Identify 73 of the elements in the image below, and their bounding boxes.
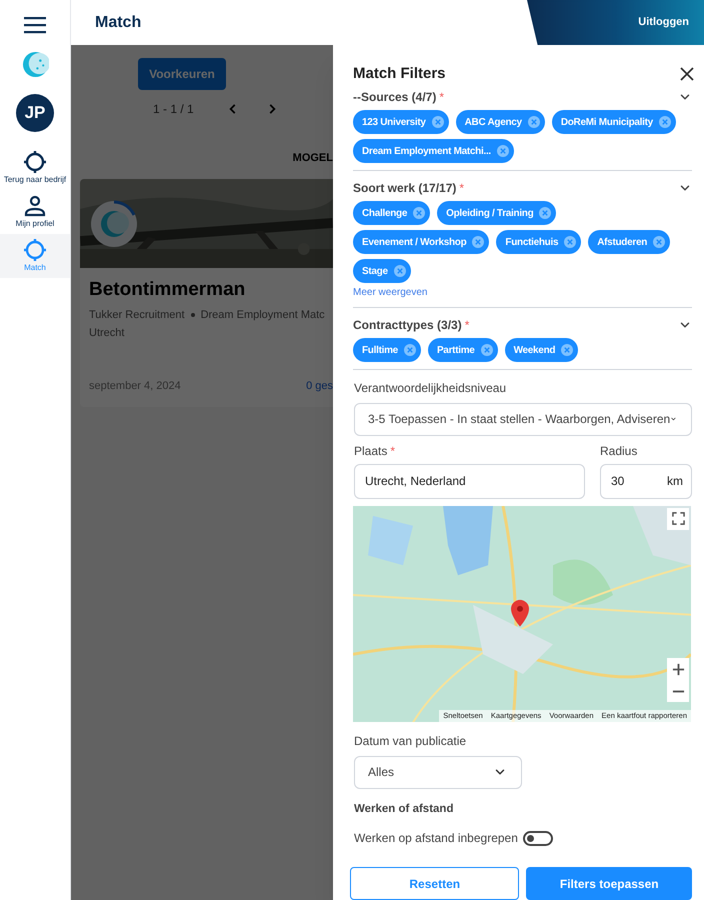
person-icon: [23, 194, 47, 218]
section-heading: Contracttypes (3/3): [353, 317, 462, 334]
field-label: Plaats: [354, 442, 388, 460]
nav-item[interactable]: Terug naar bedrijf: [0, 146, 70, 190]
select-field[interactable]: Alles: [354, 756, 522, 789]
required-mark: *: [439, 89, 444, 106]
column-heading: MOGEL: [292, 151, 333, 165]
bullet-icon: [190, 312, 195, 317]
filter-chip[interactable]: Functiehuis: [496, 230, 582, 254]
toggle-label: Werken op afstand inbegrepen: [354, 830, 518, 847]
remove-icon[interactable]: [653, 236, 666, 248]
moon-logo-icon: [22, 51, 48, 78]
menu-icon[interactable]: [24, 16, 46, 34]
section-heading: --Sources (4/7): [353, 89, 436, 106]
remove-icon[interactable]: [472, 236, 484, 248]
select-field[interactable]: 3-5 Toepassen - In staat stellen - Waarborgen, Adviseren: [354, 403, 692, 436]
user-avatar[interactable]: JP: [16, 94, 54, 132]
job-location: Utrecht: [89, 326, 126, 341]
filter-chip[interactable]: 123 University: [353, 110, 449, 134]
remove-icon[interactable]: [496, 145, 509, 157]
field-label: Verantwoordelijkheidsniveau: [354, 380, 508, 397]
seen-count: 0 ges: [306, 378, 333, 394]
required-mark: *: [459, 180, 464, 197]
fullscreen-button[interactable]: [667, 508, 689, 530]
remove-icon[interactable]: [528, 116, 540, 128]
remove-icon[interactable]: [413, 207, 426, 219]
source-name: Dream Employment Matc: [200, 308, 325, 322]
fullscreen-icon: [672, 512, 684, 526]
logout-button[interactable]: Uitloggen: [527, 0, 704, 45]
filter-chip[interactable]: Fulltime: [353, 338, 421, 362]
page-title: Match: [95, 12, 142, 32]
remove-icon[interactable]: [561, 344, 574, 356]
close-icon[interactable]: [679, 66, 695, 82]
section-heading: Werken of afstand: [354, 802, 454, 817]
remove-icon[interactable]: [539, 207, 552, 219]
remove-icon[interactable]: [564, 236, 576, 248]
remove-icon[interactable]: [432, 116, 444, 128]
filter-chip[interactable]: Stage: [353, 259, 411, 283]
field-label: Radius: [600, 442, 638, 460]
remote-toggle[interactable]: [522, 830, 553, 846]
field-label: Datum van publicatie: [354, 733, 468, 750]
filter-chip[interactable]: ABC Agency: [456, 110, 545, 134]
nav-item[interactable]: Match: [0, 234, 70, 278]
filter-chip[interactable]: Evenement / Workshop: [353, 230, 490, 254]
nav-item[interactable]: Mijn profiel: [0, 190, 70, 234]
reset-button[interactable]: Resetten: [350, 867, 520, 900]
filter-chip[interactable]: Dream Employment Matchi...: [353, 139, 514, 163]
apply-filters-button[interactable]: Filters toepassen: [526, 867, 692, 900]
filter-chip[interactable]: Afstuderen: [588, 230, 670, 254]
company-name: Tukker Recruitment: [89, 308, 185, 322]
filter-chip[interactable]: Challenge: [353, 201, 430, 225]
company-logo-icon: [90, 200, 138, 248]
remove-icon[interactable]: [394, 265, 406, 277]
job-title: Betontimmerman: [89, 278, 246, 302]
preferences-button[interactable]: Voorkeuren: [138, 58, 226, 90]
filter-chip[interactable]: Parttime: [428, 338, 498, 362]
required-mark: *: [464, 317, 470, 334]
radius-field[interactable]: 30 km: [600, 464, 692, 499]
remove-icon[interactable]: [658, 116, 671, 128]
filter-chip[interactable]: DoReMi Municipality: [552, 110, 676, 134]
remove-icon[interactable]: [480, 344, 493, 356]
plus-icon: [672, 662, 684, 676]
required-mark: *: [390, 442, 396, 460]
filter-chip[interactable]: Weekend: [504, 338, 578, 362]
show-more-link[interactable]: Meer weergeven: [353, 285, 428, 300]
section-heading: Soort werk (17/17): [353, 180, 456, 197]
crosshair-icon: [23, 150, 47, 174]
place-input[interactable]: Utrecht, Nederland: [354, 464, 585, 499]
pagination-text: 1 - 1 / 1: [153, 101, 194, 118]
crosshair-icon: [23, 238, 47, 262]
remove-icon[interactable]: [404, 344, 416, 356]
panel-title: Match Filters: [353, 64, 446, 84]
filter-chip[interactable]: Opleiding / Training: [437, 201, 556, 225]
